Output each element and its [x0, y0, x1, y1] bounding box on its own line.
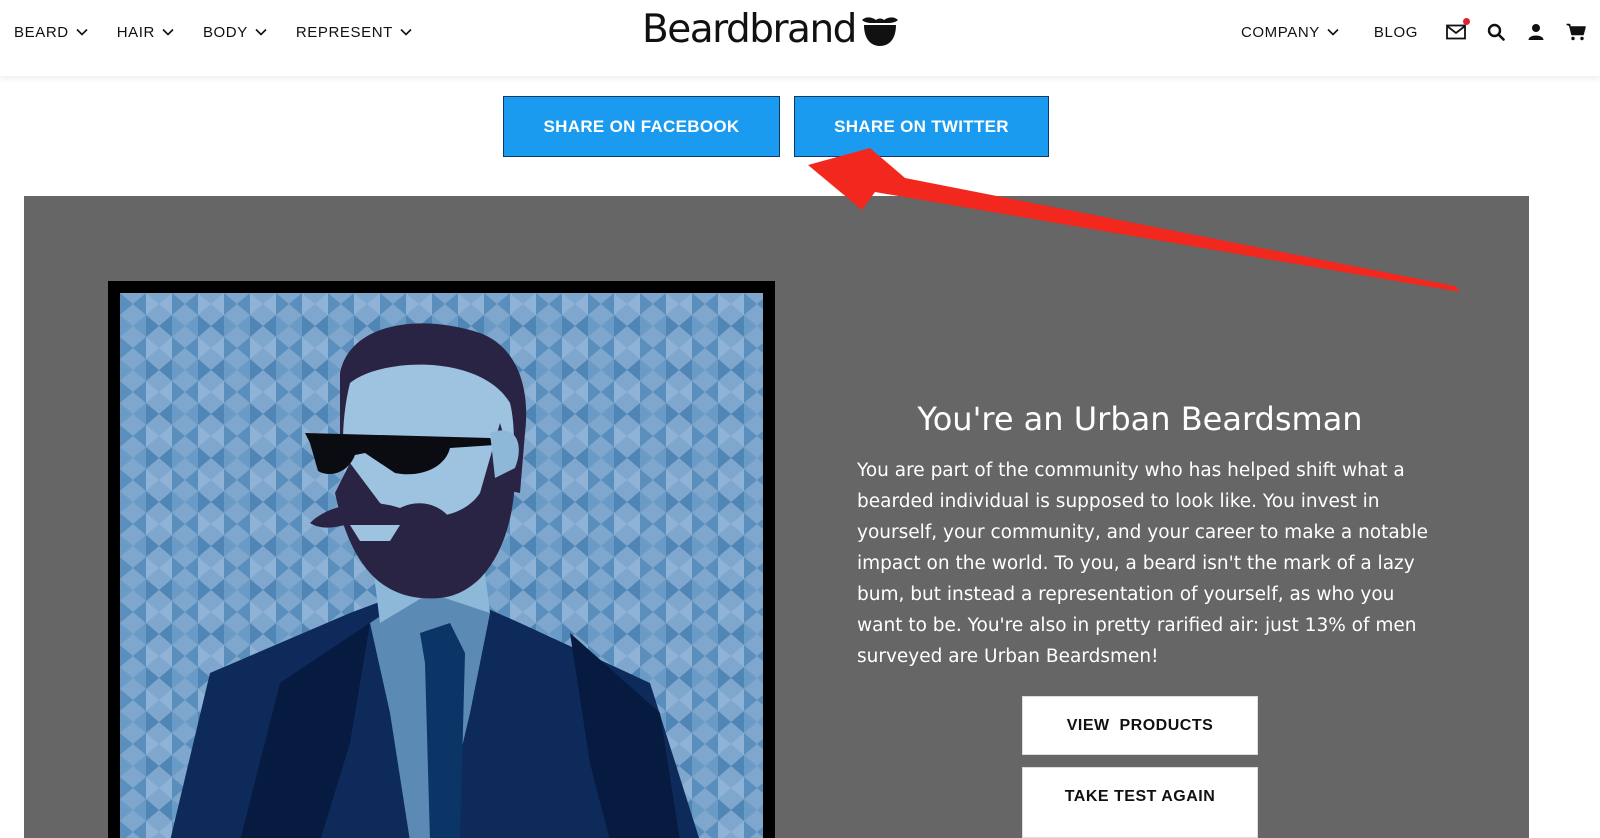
mail-icon: [1446, 24, 1466, 40]
cart-button[interactable]: [1566, 22, 1586, 42]
nav-hair[interactable]: HAIR: [117, 22, 175, 42]
chevron-down-icon: [400, 28, 412, 36]
search-button[interactable]: [1486, 22, 1506, 42]
nav-represent-label: REPRESENT: [295, 23, 393, 41]
nav-beard-label: BEARD: [14, 23, 69, 41]
urban-beardsman-illustration: [108, 281, 775, 838]
nav-body[interactable]: BODY: [203, 22, 268, 42]
take-test-again-button[interactable]: TAKE TEST AGAIN: [1022, 767, 1258, 838]
nav-company[interactable]: COMPANY: [1241, 22, 1340, 42]
share-facebook-button[interactable]: SHARE ON FACEBOOK: [503, 96, 780, 157]
mail-button[interactable]: [1446, 18, 1470, 42]
nav-body-label: BODY: [202, 23, 248, 41]
chevron-down-icon: [255, 28, 267, 36]
cart-icon: [1566, 23, 1586, 41]
result-description: You are part of the community who has he…: [857, 460, 1428, 667]
chevron-down-icon: [1327, 28, 1339, 36]
nav-company-label: COMPANY: [1240, 23, 1320, 41]
beardbrand-logo[interactable]: Beardbrand: [642, 8, 900, 52]
site-header: BEARD HAIR BODY REPRESENT Beardbrand COM…: [0, 0, 1600, 76]
nav-hair-label: HAIR: [116, 23, 155, 41]
chevron-down-icon: [162, 28, 174, 36]
share-twitter-button[interactable]: SHARE ON TWITTER: [794, 96, 1049, 157]
logo-text: Beardbrand: [642, 7, 857, 52]
nav-blog-label: BLOG: [1373, 23, 1418, 41]
chevron-down-icon: [76, 28, 88, 36]
secondary-nav: COMPANY BLOG: [1241, 18, 1586, 42]
main-nav: BEARD HAIR BODY REPRESENT: [14, 22, 413, 42]
mustache-beard-icon: [861, 17, 898, 46]
notification-dot: [1463, 18, 1470, 25]
nav-represent[interactable]: REPRESENT: [296, 22, 413, 42]
beardsman-portrait-image: [120, 293, 763, 838]
nav-blog[interactable]: BLOG: [1374, 22, 1418, 42]
nav-beard[interactable]: BEARD: [14, 22, 89, 42]
account-icon: [1528, 24, 1544, 40]
view-products-button[interactable]: VIEW PRODUCTS: [1022, 696, 1258, 755]
search-icon: [1487, 23, 1505, 41]
result-title: You're an Urban Beardsman: [917, 400, 1363, 438]
account-button[interactable]: [1526, 22, 1546, 42]
